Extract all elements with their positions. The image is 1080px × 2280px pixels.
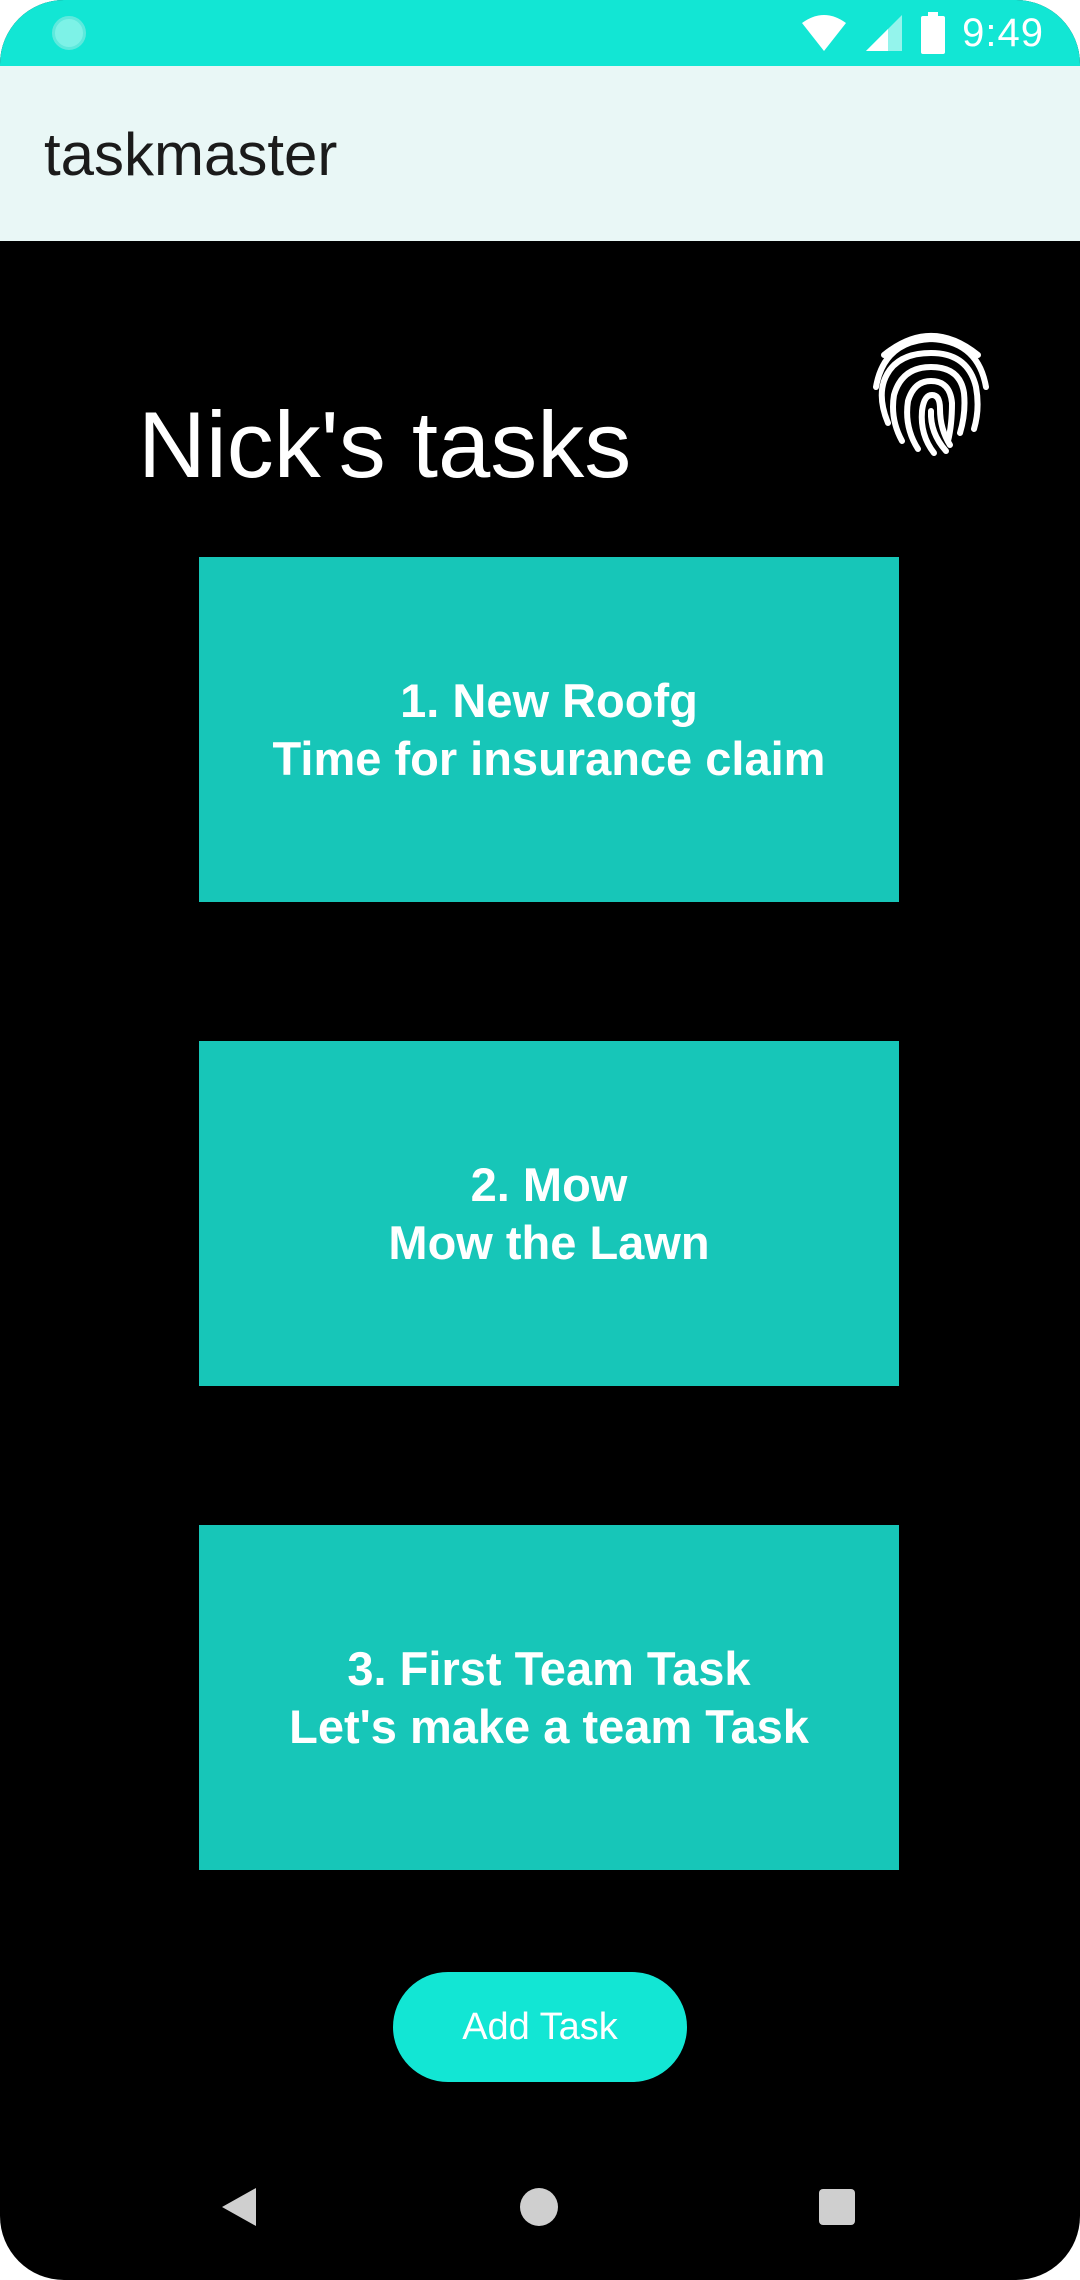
fingerprint-icon[interactable] (870, 325, 992, 459)
task-title: 1. New Roofg (400, 673, 698, 727)
battery-icon (921, 12, 946, 54)
wifi-icon (802, 15, 847, 51)
task-card-3[interactable]: 3. First Team Task Let's make a team Tas… (199, 1525, 899, 1870)
app-bar: taskmaster (0, 66, 1080, 241)
status-icons: 9:49 (800, 8, 1044, 58)
task-title: 2. Mow (470, 1157, 628, 1211)
recents-icon[interactable] (819, 2189, 855, 2225)
back-icon[interactable] (222, 2188, 256, 2226)
task-title: 3. First Team Task (347, 1641, 751, 1695)
app-title: taskmaster (44, 121, 338, 188)
notification-dot-icon (52, 16, 86, 50)
status-bar: 9:49 (0, 0, 1080, 66)
task-list[interactable]: 1. New Roofg Time for insurance claim 2.… (199, 557, 899, 1981)
task-body: Mow the Lawn (388, 1215, 710, 1269)
page-title: Nick's tasks (138, 392, 632, 497)
status-time: 9:49 (962, 10, 1044, 55)
task-card-2[interactable]: 2. Mow Mow the Lawn (199, 1041, 899, 1386)
main-content: Nick's tasks 1. New Roofg Time for insur… (0, 241, 1080, 2191)
signal-icon (866, 15, 903, 51)
home-icon[interactable] (520, 2188, 558, 2226)
task-card-1[interactable]: 1. New Roofg Time for insurance claim (199, 557, 899, 902)
add-task-button[interactable]: Add Task (393, 1972, 687, 2082)
navigation-bar (0, 2140, 1080, 2280)
task-body: Let's make a team Task (289, 1699, 809, 1753)
phone-screen: 9:49 taskmaster Nick's tasks 1. New Roof… (0, 0, 1080, 2280)
task-body: Time for insurance claim (272, 731, 826, 785)
